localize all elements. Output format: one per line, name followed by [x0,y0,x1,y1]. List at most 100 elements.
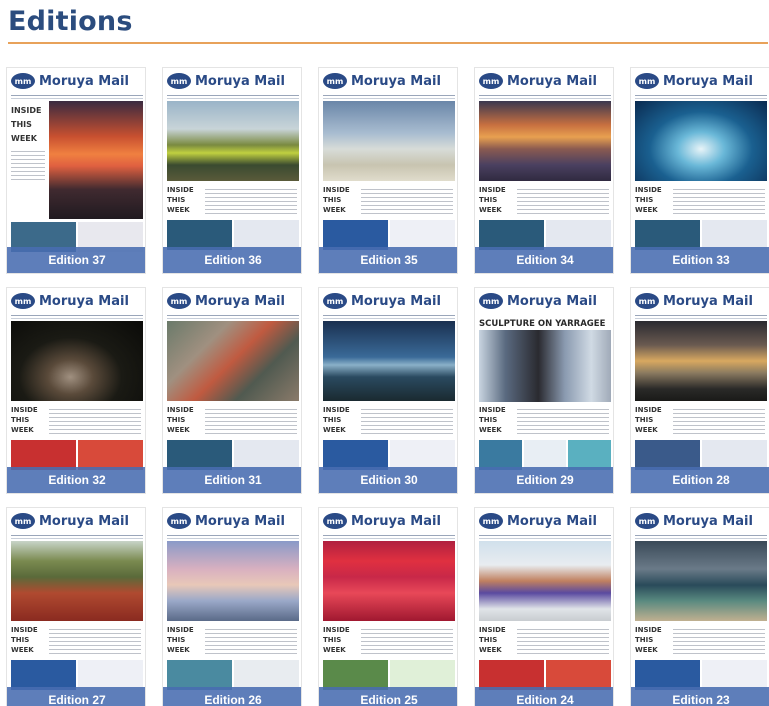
cover-photo [635,321,767,401]
cover-photo [11,541,143,621]
mm-logo-icon: mm [479,73,503,89]
info-strip [635,315,767,319]
article-text [11,148,45,182]
mm-logo-icon: mm [11,293,35,309]
edition-card[interactable]: mm Moruya Mail INSIDE THIS WEEK Edition 33 [630,67,769,274]
week-label: WEEK [11,134,37,143]
edition-card[interactable]: mm Moruya Mail INSIDE THIS WEEK Edition … [6,67,146,274]
masthead: mm Moruya Mail [631,508,769,534]
cover-photo [167,101,299,181]
page-title: Editions [8,6,133,37]
masthead-title: Moruya Mail [351,293,441,309]
ad-strip [167,440,299,470]
masthead: mm Moruya Mail [163,68,301,94]
info-strip [11,535,143,539]
masthead-title: Moruya Mail [507,293,597,309]
cover-photo [479,101,611,181]
ad-strip [323,220,455,250]
edition-card[interactable]: mm Moruya Mail INSIDE THIS WEEK Edition 28 [630,287,769,494]
edition-card[interactable]: mm Moruya Mail INSIDE THIS WEEK Edition 34 [474,67,614,274]
mm-logo-icon: mm [479,293,503,309]
edition-card[interactable]: mm Moruya Mail INSIDE THIS WEEK Edition 27 [6,507,146,706]
edition-label: Edition 35 [319,247,457,273]
inside-this-week: INSIDE THIS WEEK [11,626,38,654]
cover-photo [323,101,455,181]
masthead-title: Moruya Mail [351,73,441,89]
article-text [517,626,609,656]
masthead-title: Moruya Mail [39,73,129,89]
ad-strip [479,440,612,470]
edition-card[interactable]: mm Moruya Mail INSIDE THIS WEEK Edition 26 [162,507,302,706]
masthead-title: Moruya Mail [39,513,129,529]
edition-label: Edition 33 [631,247,769,273]
mm-logo-icon: mm [323,73,347,89]
masthead: mm Moruya Mail [475,68,613,94]
ad-strip [167,220,299,250]
info-strip [479,95,611,99]
masthead-title: Moruya Mail [507,73,597,89]
masthead: mm Moruya Mail [7,508,145,534]
edition-label: Edition 27 [7,687,145,706]
masthead-title: Moruya Mail [195,73,285,89]
info-strip [167,95,299,99]
edition-card[interactable]: mm Moruya Mail SCULPTURE ON YARRAGEE INS… [474,287,614,494]
inside-this-week: INSIDE THIS WEEK [479,186,506,214]
inside-this-week: INSIDE THIS WEEK [167,626,194,654]
info-strip [323,535,455,539]
ad-strip [323,660,455,690]
mm-logo-icon: mm [323,293,347,309]
cover-photo [11,321,143,401]
title-divider [8,42,768,44]
inside-this-week: INSIDE THIS WEEK [479,406,506,434]
mm-logo-icon: mm [167,513,191,529]
masthead: mm Moruya Mail [319,68,457,94]
cover-headline: SCULPTURE ON YARRAGEE [479,319,606,329]
inside-this-week: INSIDE THIS WEEK [11,104,47,143]
ad-strip [11,440,143,470]
article-text [205,406,297,436]
mm-logo-icon: mm [11,73,35,89]
edition-card[interactable]: mm Moruya Mail INSIDE THIS WEEK Edition 24 [474,507,614,706]
ad-strip [635,440,767,470]
article-text [517,186,609,216]
info-strip [635,95,767,99]
inside-this-week: INSIDE THIS WEEK [323,626,350,654]
edition-label: Edition 28 [631,467,769,493]
cover-photo [323,541,455,621]
edition-card[interactable]: mm Moruya Mail INSIDE THIS WEEK Edition 36 [162,67,302,274]
masthead-title: Moruya Mail [507,513,597,529]
edition-label: Edition 23 [631,687,769,706]
masthead-title: Moruya Mail [663,513,753,529]
edition-card[interactable]: mm Moruya Mail INSIDE THIS WEEK Edition 25 [318,507,458,706]
edition-card[interactable]: mm Moruya Mail INSIDE THIS WEEK Edition 23 [630,507,769,706]
edition-card[interactable]: mm Moruya Mail INSIDE THIS WEEK Edition 30 [318,287,458,494]
edition-card[interactable]: mm Moruya Mail INSIDE THIS WEEK Edition 31 [162,287,302,494]
inside-label: INSIDE [11,106,42,115]
edition-card[interactable]: mm Moruya Mail INSIDE THIS WEEK Edition 35 [318,67,458,274]
edition-label: Edition 29 [475,467,613,493]
ad-strip [635,220,767,250]
edition-card[interactable]: mm Moruya Mail INSIDE THIS WEEK Edition 32 [6,287,146,494]
inside-this-week: INSIDE THIS WEEK [479,626,506,654]
edition-label: Edition 25 [319,687,457,706]
article-text [673,626,765,656]
ad-strip [635,660,767,690]
masthead: mm Moruya Mail [319,508,457,534]
cover-photo [167,321,299,401]
article-text [673,406,765,436]
inside-this-week: INSIDE THIS WEEK [11,406,38,434]
article-text [361,626,453,656]
cover-photo [167,541,299,621]
masthead: mm Moruya Mail [7,68,145,94]
masthead: mm Moruya Mail [163,508,301,534]
article-text [673,186,765,216]
cover-photo [635,101,767,181]
inside-this-week: INSIDE THIS WEEK [323,186,350,214]
ad-strip [479,220,611,250]
mm-logo-icon: mm [635,513,659,529]
mm-logo-icon: mm [479,513,503,529]
info-strip [167,315,299,319]
masthead-title: Moruya Mail [663,73,753,89]
masthead: mm Moruya Mail [475,288,613,314]
edition-label: Edition 26 [163,687,301,706]
